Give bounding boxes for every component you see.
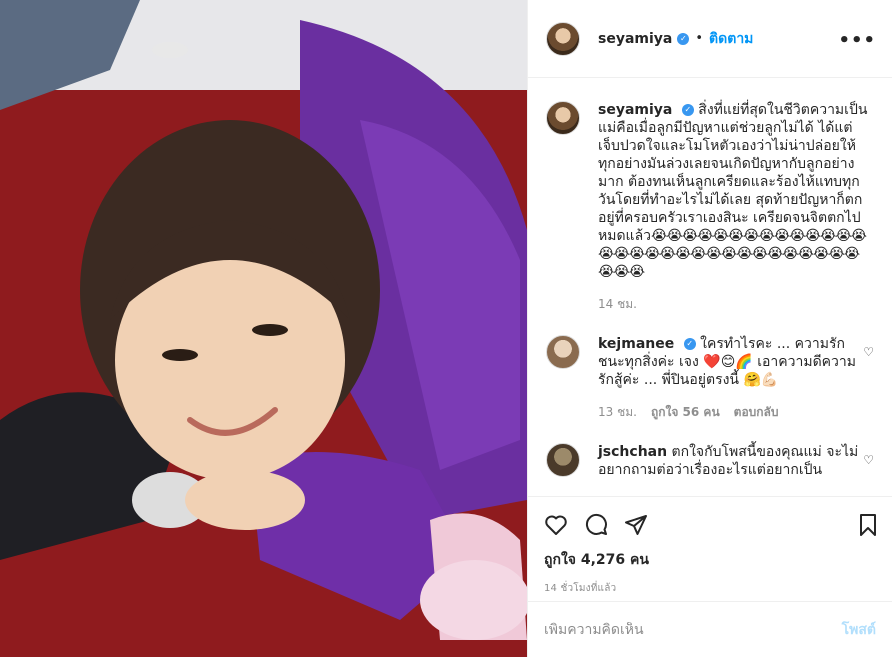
verified-badge-icon: ✓ — [683, 338, 696, 350]
comment-icon[interactable] — [584, 513, 608, 537]
commenter-avatar[interactable] — [546, 443, 580, 477]
caption-meta: 14 ชม. — [598, 295, 870, 313]
comment-row: jschchan ตกใจกับโพสนี้ของคุณแม่ จะไม่อยา… — [546, 443, 874, 479]
reply-button[interactable]: ตอบกลับ — [734, 403, 779, 421]
comment-like-heart-icon[interactable]: ♡ — [863, 453, 874, 467]
post-photo[interactable] — [0, 0, 527, 657]
post-actions: ถูกใจ 4,276 คน 14 ชั่วโมงที่แล้ว — [528, 496, 892, 596]
action-icons — [544, 511, 876, 539]
author-username[interactable]: seyamiya — [598, 31, 672, 47]
verified-badge-icon: ✓ — [677, 32, 690, 45]
instagram-post-view: seyamiya ✓ • ติดตาม ••• seyamiya ✓ สิ่งท… — [0, 0, 892, 657]
likes-count[interactable]: ถูกใจ 4,276 คน — [544, 549, 876, 571]
caption-text: สิ่งที่แย่ที่สุดในชีวิตความเป็นแม่คือเมื… — [598, 102, 868, 244]
post-timestamp[interactable]: 14 ชั่วโมงที่แล้ว — [544, 581, 876, 596]
commenter-avatar[interactable] — [546, 335, 580, 369]
comment-row: kejmanee ✓ ใครทำไรคะ ... ความรักชนะทุกสิ… — [546, 335, 874, 421]
verified-badge-icon: ✓ — [681, 104, 694, 116]
comments-section[interactable]: seyamiya ✓ สิ่งที่แย่ที่สุดในชีวิตความเป… — [528, 79, 892, 496]
comment-time[interactable]: 13 ชม. — [598, 403, 637, 421]
author-avatar[interactable] — [546, 21, 580, 56]
bookmark-icon[interactable] — [856, 513, 880, 537]
comment-body: jschchan ตกใจกับโพสนี้ของคุณแม่ จะไม่อยา… — [598, 443, 870, 479]
comment-likes[interactable]: ถูกใจ 56 คน — [651, 403, 720, 421]
post-side-panel: seyamiya ✓ • ติดตาม ••• seyamiya ✓ สิ่งท… — [527, 0, 892, 657]
caption-username[interactable]: seyamiya — [598, 102, 672, 118]
more-options-icon[interactable]: ••• — [838, 30, 876, 51]
comment-meta: 13 ชม. ถูกใจ 56 คน ตอบกลับ — [598, 403, 870, 421]
caption-author-avatar[interactable] — [546, 101, 580, 135]
add-comment-bar: โพสต์ — [528, 601, 892, 657]
separator-dot: • — [695, 31, 704, 46]
caption-row: seyamiya ✓ สิ่งที่แย่ที่สุดในชีวิตความเป… — [546, 101, 874, 313]
comment-like-heart-icon[interactable]: ♡ — [863, 345, 874, 359]
comment-input[interactable] — [544, 621, 842, 638]
post-comment-button[interactable]: โพสต์ — [842, 619, 876, 641]
caption-time[interactable]: 14 ชม. — [598, 295, 637, 313]
comment-username[interactable]: kejmanee — [598, 336, 674, 352]
post-image-illustration — [0, 0, 527, 657]
caption-body: seyamiya ✓ สิ่งที่แย่ที่สุดในชีวิตความเป… — [598, 101, 870, 313]
comment-body: kejmanee ✓ ใครทำไรคะ ... ความรักชนะทุกสิ… — [598, 335, 870, 421]
heart-icon[interactable] — [544, 514, 568, 536]
post-header: seyamiya ✓ • ติดตาม ••• — [528, 0, 892, 78]
follow-button[interactable]: ติดตาม — [709, 28, 753, 50]
comment-username[interactable]: jschchan — [598, 444, 667, 460]
share-icon[interactable] — [624, 513, 648, 537]
